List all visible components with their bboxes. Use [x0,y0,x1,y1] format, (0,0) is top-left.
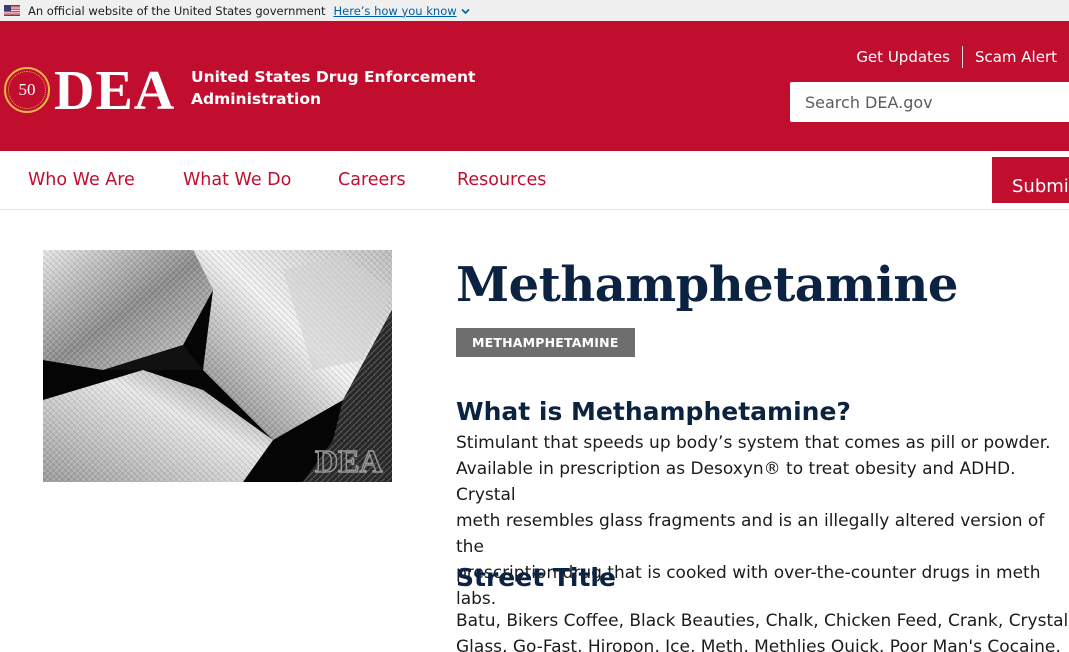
how-you-know-link[interactable]: Here’s how you know [334,4,457,18]
us-flag-icon [4,5,20,16]
seal-number: 50 [8,71,46,109]
nav-item-careers[interactable]: Careers [338,170,406,190]
nav-item-resources[interactable]: Resources [457,170,546,190]
body-line: Batu, Bikers Coffee, Black Beauties, Cha… [456,611,1069,631]
agency-name[interactable]: United States Drug Enforcement Administr… [191,66,475,110]
scam-alert-link[interactable]: Scam Alert [963,48,1069,66]
body-line: Available in prescription as Desoxyn® to… [456,459,1016,505]
image-watermark: DEA [315,443,383,479]
site-header: 50 DEA United States Drug Enforcement Ad… [0,21,1069,151]
section-heading-what-is: What is Methamphetamine? [456,397,851,426]
agency-name-line1: United States Drug Enforcement [191,68,476,86]
nav-item-who-we-are[interactable]: Who We Are [28,170,135,190]
nav-item-what-we-do[interactable]: What We Do [183,170,291,190]
body-line: Glass, Go-Fast, Hiropon, Ice, Meth, Meth… [456,637,1061,652]
body-line: Stimulant that speeds up body’s system t… [456,433,1051,453]
chevron-down-icon[interactable] [461,4,470,18]
anniversary-seal-icon: 50 [4,67,50,113]
drug-tag[interactable]: METHAMPHETAMINE [456,328,635,357]
search-box[interactable] [790,82,1069,122]
page-title: Methamphetamine [456,257,958,313]
search-input[interactable] [805,92,1069,112]
agency-name-line2: Administration [191,90,322,108]
section-body-street-names: Batu, Bikers Coffee, Black Beauties, Cha… [456,608,1069,652]
main-content: Methamphetamine METHAMPHETAMINE What is … [456,250,1069,652]
submit-tip-button[interactable]: Submit [992,157,1069,203]
utility-divider [961,46,963,68]
methamphetamine-photo: DEA [43,250,392,482]
body-line: meth resembles glass fragments and is an… [456,511,1045,557]
main-nav: Who We Are What We Do Careers Resources … [0,151,1069,210]
utility-links: Get Updates Scam Alert [844,46,1069,68]
official-site-text: An official website of the United States… [28,3,326,18]
section-heading-street-title: Street Title [456,563,616,592]
gov-banner: An official website of the United States… [0,0,1069,21]
dea-logo[interactable]: 50 DEA [4,61,175,119]
dea-wordmark: DEA [54,60,176,122]
get-updates-link[interactable]: Get Updates [844,48,962,66]
